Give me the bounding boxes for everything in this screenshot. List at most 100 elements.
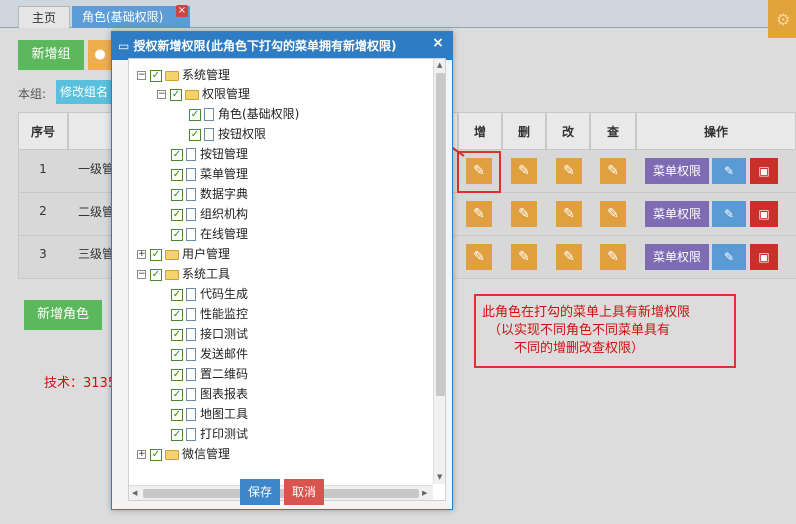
checkbox[interactable]: ✓ [171, 388, 183, 401]
menu-perm-button[interactable]: 菜单权限 [645, 201, 709, 227]
vertical-scrollbar[interactable]: ▲ ▼ [433, 59, 445, 484]
checkbox[interactable]: ✓ [170, 88, 182, 101]
del-perm-button[interactable]: ✎ [511, 158, 537, 184]
save-button[interactable]: 保存 [240, 479, 280, 505]
tree-node[interactable]: ✓ 打印测试 [171, 425, 248, 443]
query-perm-button[interactable]: ✎ [600, 158, 626, 184]
checkbox[interactable]: ✓ [150, 248, 162, 261]
note-line-1: 此角色在打勾的菜单上具有新增权限 [482, 305, 691, 320]
edit-perm-button[interactable]: ✎ [556, 244, 582, 270]
checkbox[interactable]: ✓ [150, 268, 162, 281]
tree-node[interactable]: + ✓ 用户管理 [137, 245, 230, 263]
tab-close-icon[interactable]: × [176, 5, 188, 17]
checkbox[interactable]: ✓ [171, 168, 183, 181]
scroll-left-icon[interactable]: ◀ [132, 489, 137, 497]
checkbox[interactable]: ✓ [171, 288, 183, 301]
checkbox[interactable]: ✓ [189, 128, 201, 141]
tree-node[interactable]: ✓ 数据字典 [171, 185, 248, 203]
delete-button[interactable]: ▣ [750, 201, 778, 227]
checkbox[interactable]: ✓ [171, 408, 183, 421]
tab-home[interactable]: 主页 [18, 6, 70, 28]
wrench-icon: ✎ [607, 163, 619, 179]
tree-node[interactable]: ✓ 接口测试 [171, 325, 248, 343]
edit-button[interactable]: ✎ [712, 244, 746, 270]
edit-button[interactable]: ✎ [712, 201, 746, 227]
tree-node[interactable]: ✓ 地图工具 [171, 405, 248, 423]
scroll-right-icon[interactable]: ▶ [422, 489, 427, 497]
checkbox[interactable]: ✓ [171, 428, 183, 441]
collapse-icon[interactable]: − [137, 71, 146, 80]
checkbox[interactable]: ✓ [171, 208, 183, 221]
header-query: 查 [590, 112, 636, 150]
menu-tree: − ✓ 系统管理 − ✓ 权限管理 ✓ 角色(基础权限) ✓ 按钮权限 ✓ 按钮管理 ✓ 菜单管… [128, 58, 446, 501]
edit-perm-button[interactable]: ✎ [556, 201, 582, 227]
checkbox[interactable]: ✓ [171, 368, 183, 381]
expand-icon[interactable]: + [137, 250, 146, 259]
add-group-button[interactable]: 新增组 [18, 40, 84, 70]
checkbox[interactable]: ✓ [171, 308, 183, 321]
settings-button[interactable]: ⚙ [768, 0, 796, 38]
collapse-icon[interactable]: − [157, 90, 166, 99]
tree-node[interactable]: ✓ 发送邮件 [171, 345, 248, 363]
del-perm-button[interactable]: ✎ [511, 201, 537, 227]
checkbox[interactable]: ✓ [189, 108, 201, 121]
edit-perm-button[interactable]: ✎ [556, 158, 582, 184]
tree-node[interactable]: ✓ 图表报表 [171, 385, 248, 403]
scroll-thumb[interactable] [436, 73, 445, 396]
edit-button[interactable]: ✎ [712, 158, 746, 184]
tree-node[interactable]: ✓ 菜单管理 [171, 165, 248, 183]
delete-button[interactable]: ▣ [750, 158, 778, 184]
checkbox[interactable]: ✓ [150, 448, 162, 461]
tab-role[interactable]: 角色(基础权限) [72, 6, 190, 28]
header-del: 删 [502, 112, 546, 150]
trash-icon: ▣ [758, 207, 770, 221]
add-perm-button[interactable]: ✎ [466, 244, 492, 270]
collapse-icon[interactable]: − [137, 270, 146, 279]
tree-node[interactable]: ✓ 按钮权限 [189, 125, 266, 143]
scroll-down-icon[interactable]: ▼ [437, 473, 442, 481]
tree-node[interactable]: + ✓ 微信管理 [137, 445, 230, 463]
menu-perm-button[interactable]: 菜单权限 [645, 244, 709, 270]
gear-icon: ⚙ [776, 10, 791, 29]
tree-node[interactable]: ✓ 在线管理 [171, 225, 248, 243]
add-role-button[interactable]: 新增角色 [24, 300, 102, 330]
delete-button[interactable]: ▣ [750, 244, 778, 270]
tree-node[interactable]: ✓ 代码生成 [171, 285, 248, 303]
scroll-thumb[interactable] [143, 489, 419, 498]
users-button[interactable]: ● [88, 40, 112, 70]
file-icon [186, 388, 196, 401]
tree-node[interactable]: ✓ 角色(基础权限) [189, 105, 299, 123]
tree-node[interactable]: ✓ 按钮管理 [171, 145, 248, 163]
scroll-up-icon[interactable]: ▲ [437, 61, 442, 69]
checkbox[interactable]: ✓ [171, 228, 183, 241]
checkbox[interactable]: ✓ [171, 188, 183, 201]
menu-perm-button[interactable]: 菜单权限 [645, 158, 709, 184]
dialog-close-icon[interactable]: × [428, 32, 448, 60]
tree-node[interactable]: − ✓ 系统工具 [137, 265, 230, 283]
file-icon [186, 168, 196, 181]
row-name: 二级管 [78, 205, 115, 219]
checkbox[interactable]: ✓ [171, 328, 183, 341]
cancel-button[interactable]: 取消 [284, 479, 324, 505]
tree-node[interactable]: − ✓ 系统管理 [137, 66, 230, 84]
add-perm-button[interactable]: ✎ [466, 201, 492, 227]
query-perm-button[interactable]: ✎ [600, 201, 626, 227]
tree-node[interactable]: ✓ 组织机构 [171, 205, 248, 223]
tree-node[interactable]: ✓ 置二维码 [171, 365, 248, 383]
del-perm-button[interactable]: ✎ [511, 244, 537, 270]
annotation-note: 此角色在打勾的菜单上具有新增权限 （以实现不同角色不同菜单具有 不同的增删改查权… [474, 294, 736, 368]
tree-node[interactable]: ✓ 性能监控 [171, 305, 248, 323]
tree-node[interactable]: − ✓ 权限管理 [157, 85, 250, 103]
checkbox[interactable]: ✓ [150, 69, 162, 82]
file-icon [186, 368, 196, 381]
file-icon [186, 408, 196, 421]
rename-group-button[interactable]: 修改组名 [56, 80, 112, 104]
wrench-icon: ✎ [473, 249, 485, 265]
query-perm-button[interactable]: ✎ [600, 244, 626, 270]
expand-icon[interactable]: + [137, 450, 146, 459]
row-seq: 1 [39, 162, 47, 176]
edit-icon: ✎ [723, 250, 735, 264]
checkbox[interactable]: ✓ [171, 148, 183, 161]
checkbox[interactable]: ✓ [171, 348, 183, 361]
horizontal-scrollbar[interactable]: ◀ ▶ [129, 485, 433, 500]
